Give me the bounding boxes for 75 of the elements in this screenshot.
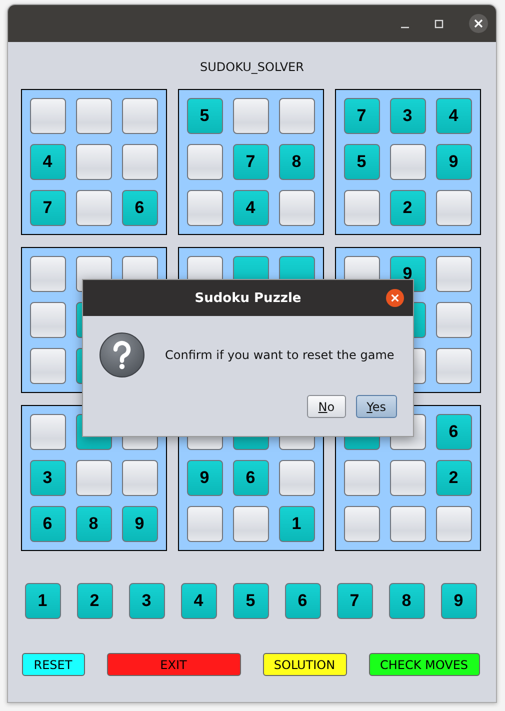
number-button[interactable]: 2 [76, 583, 112, 619]
sudoku-cell[interactable] [390, 144, 426, 180]
sudoku-cell[interactable]: 4 [30, 144, 66, 180]
sudoku-cell[interactable] [30, 98, 66, 134]
sudoku-cell[interactable] [30, 414, 66, 450]
sudoku-cell[interactable]: 9 [436, 144, 472, 180]
sudoku-cell[interactable] [232, 506, 268, 542]
sudoku-cell[interactable] [76, 144, 112, 180]
sudoku-cell[interactable]: 2 [390, 190, 426, 226]
dialog-title: Sudoku Puzzle [194, 290, 302, 306]
maximize-icon[interactable] [434, 18, 444, 28]
sudoku-cell[interactable]: 8 [76, 506, 112, 542]
sudoku-cell[interactable]: 3 [30, 460, 66, 496]
action-button[interactable]: CHECK MOVES [368, 653, 480, 676]
number-button[interactable]: 5 [232, 583, 268, 619]
sudoku-cell[interactable]: 1 [278, 506, 314, 542]
sudoku-cell[interactable] [122, 98, 158, 134]
number-button[interactable]: 6 [284, 583, 320, 619]
sudoku-cell[interactable]: 3 [390, 98, 426, 134]
sudoku-cell[interactable]: 2 [436, 460, 472, 496]
sudoku-cell[interactable] [344, 190, 380, 226]
sudoku-cell[interactable]: 6 [436, 414, 472, 450]
action-button[interactable]: SOLUTION [262, 653, 346, 676]
sudoku-cell[interactable] [278, 98, 314, 134]
sudoku-cell[interactable] [436, 190, 472, 226]
sudoku-cell[interactable] [186, 506, 222, 542]
sudoku-cell[interactable] [436, 348, 472, 384]
sudoku-cell[interactable]: 6 [232, 460, 268, 496]
question-icon [99, 332, 145, 378]
sudoku-cell[interactable] [232, 98, 268, 134]
sudoku-cell[interactable]: 7 [30, 190, 66, 226]
dialog-button[interactable]: No [307, 395, 346, 418]
close-icon[interactable] [386, 289, 404, 307]
sudoku-cell[interactable]: 6 [122, 190, 158, 226]
sudoku-cell[interactable] [30, 348, 66, 384]
action-button[interactable]: EXIT [106, 653, 240, 676]
sudoku-cell[interactable]: 9 [186, 460, 222, 496]
number-button[interactable]: 8 [388, 583, 424, 619]
close-icon[interactable] [469, 14, 488, 33]
sudoku-cell[interactable] [122, 460, 158, 496]
sudoku-cell[interactable]: 5 [344, 144, 380, 180]
sudoku-cell[interactable] [278, 190, 314, 226]
number-button[interactable]: 3 [128, 583, 164, 619]
sudoku-cell[interactable] [186, 190, 222, 226]
sudoku-cell[interactable] [30, 302, 66, 338]
sudoku-cell[interactable] [390, 460, 426, 496]
sudoku-cell[interactable] [76, 190, 112, 226]
action-button[interactable]: RESET [22, 653, 84, 676]
sudoku-cell[interactable] [186, 144, 222, 180]
dialog-message: Confirm if you want to reset the game [165, 348, 394, 362]
sudoku-cell[interactable] [344, 460, 380, 496]
sudoku-cell[interactable]: 5 [186, 98, 222, 134]
sudoku-cell[interactable]: 8 [278, 144, 314, 180]
app-title: SUDOKU_SOLVER [200, 59, 304, 75]
sudoku-cell[interactable] [436, 256, 472, 292]
sudoku-cell[interactable] [76, 460, 112, 496]
sudoku-cell[interactable] [122, 144, 158, 180]
sudoku-cell[interactable]: 4 [232, 190, 268, 226]
sudoku-cell[interactable] [436, 302, 472, 338]
sudoku-cell[interactable] [436, 506, 472, 542]
sudoku-cell[interactable] [344, 506, 380, 542]
sudoku-cell[interactable]: 4 [436, 98, 472, 134]
sudoku-cell[interactable] [30, 256, 66, 292]
number-button[interactable]: 4 [180, 583, 216, 619]
sudoku-cell[interactable]: 9 [122, 506, 158, 542]
sudoku-cell[interactable]: 7 [232, 144, 268, 180]
sudoku-cell[interactable] [390, 506, 426, 542]
number-button[interactable]: 7 [336, 583, 372, 619]
sudoku-cell[interactable]: 6 [30, 506, 66, 542]
number-button[interactable]: 1 [24, 583, 60, 619]
sudoku-cell[interactable]: 7 [344, 98, 380, 134]
sudoku-cell[interactable] [76, 98, 112, 134]
number-button[interactable]: 9 [440, 583, 476, 619]
dialog-button[interactable]: Yes [356, 395, 397, 418]
sudoku-cell[interactable] [278, 460, 314, 496]
